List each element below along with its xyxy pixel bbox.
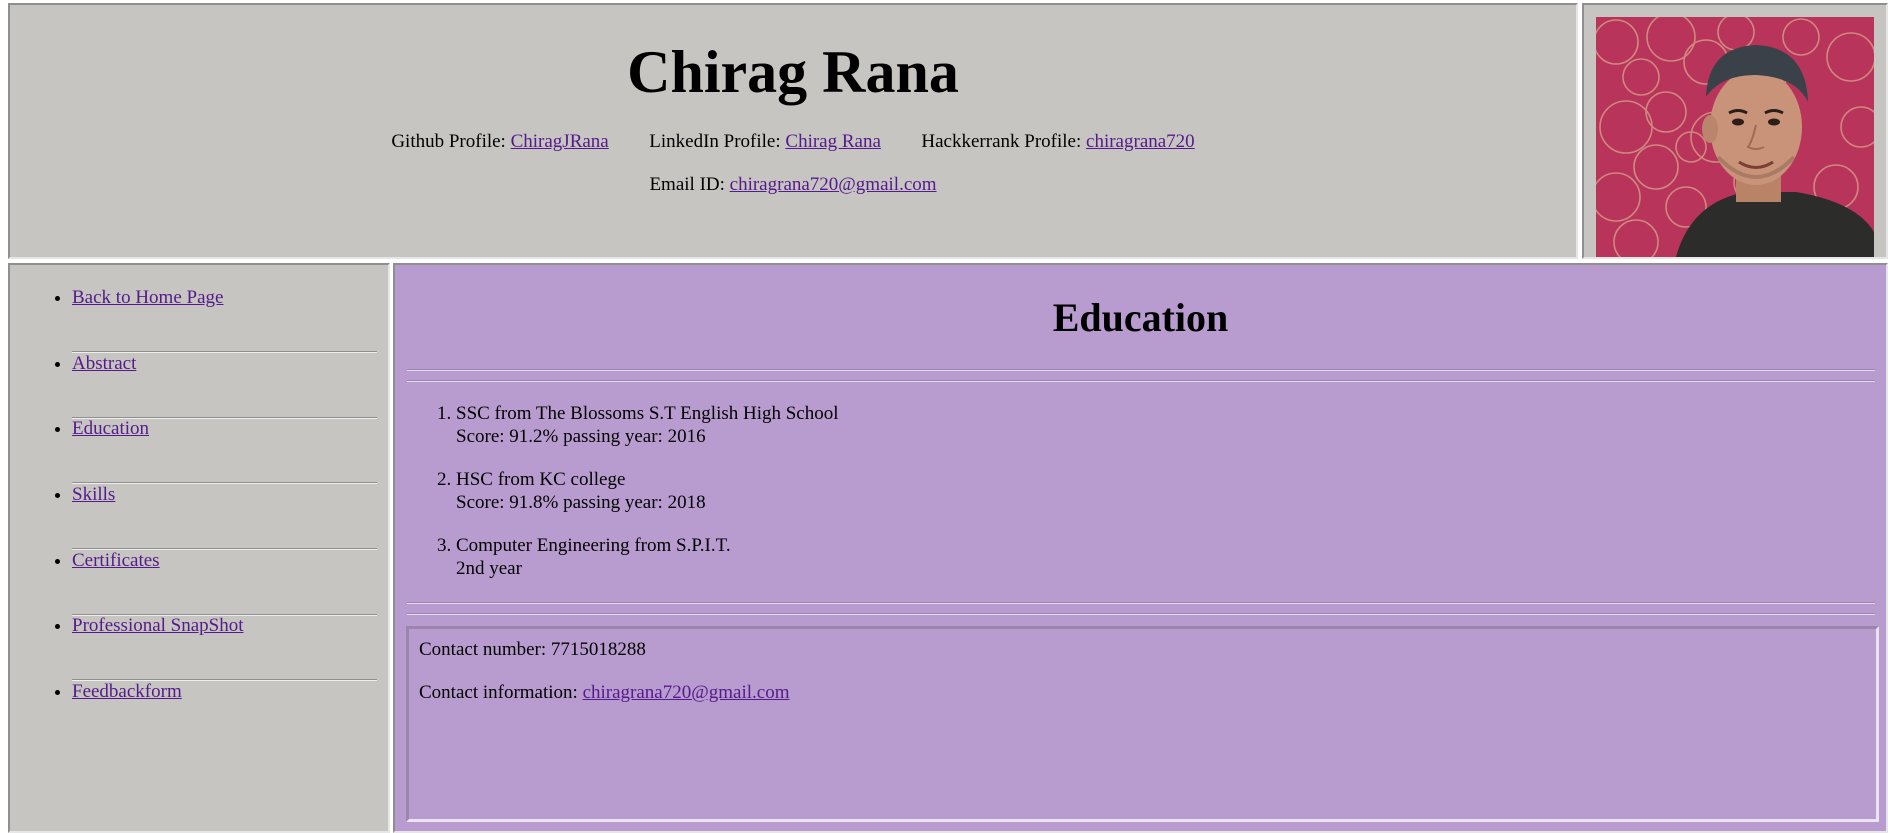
sidebar-item-feedbackform: Feedbackform <box>72 681 387 747</box>
sidebar-link-skills[interactable]: Skills <box>72 484 115 505</box>
education-detail: Score: 91.2% passing year: 2016 <box>456 426 706 447</box>
sidebar-link-abstract[interactable]: Abstract <box>72 353 136 374</box>
photo-frame <box>1582 3 1888 259</box>
github-link[interactable]: ChiragJRana <box>511 131 609 152</box>
list-item: Computer Engineering from S.P.I.T. 2nd y… <box>456 534 839 580</box>
sidebar-item-education: Education <box>72 418 387 485</box>
contact-frame: Contact number: 7715018288 Contact infor… <box>406 626 1879 822</box>
sidebar-item-abstract: Abstract <box>72 353 387 419</box>
education-detail: 2nd year <box>456 558 522 579</box>
github-label: Github Profile: <box>391 131 506 152</box>
section-title: Education <box>1052 295 1229 340</box>
email-row: Email ID: chiragrana720@gmail.com <box>10 174 1576 196</box>
divider <box>407 369 1875 382</box>
sidebar-item-skills: Skills <box>72 484 387 551</box>
linkedin-link[interactable]: Chirag Rana <box>785 131 881 152</box>
contact-info-label: Contact information: <box>419 682 578 703</box>
sidebar: Back to Home Page Abstract Education Ski… <box>8 263 390 833</box>
education-title: SSC from The Blossoms S.T English High S… <box>456 403 839 424</box>
email-label: Email ID: <box>649 174 725 195</box>
divider <box>407 602 1875 615</box>
sidebar-link-home[interactable]: Back to Home Page <box>72 287 223 308</box>
profile-photo <box>1596 17 1874 257</box>
main-content: Education SSC from The Blossoms S.T Engl… <box>393 263 1888 833</box>
education-title: Computer Engineering from S.P.I.T. <box>456 535 731 556</box>
page-title: Chirag Rana <box>627 39 959 105</box>
education-list: SSC from The Blossoms S.T English High S… <box>395 402 839 600</box>
linkedin-label: LinkedIn Profile: <box>649 131 781 152</box>
sidebar-link-feedbackform[interactable]: Feedbackform <box>72 681 182 702</box>
contact-email-link[interactable]: chiragrana720@gmail.com <box>583 682 790 703</box>
hackerrank-link[interactable]: chiragrana720 <box>1086 131 1195 152</box>
sidebar-item-certificates: Certificates <box>72 550 387 616</box>
education-detail: Score: 91.8% passing year: 2018 <box>456 492 706 513</box>
sidebar-link-professional-snapshot[interactable]: Professional SnapShot <box>72 615 244 636</box>
sidebar-link-education[interactable]: Education <box>72 418 149 439</box>
sidebar-nav: Back to Home Page Abstract Education Ski… <box>10 287 387 747</box>
education-title: HSC from KC college <box>456 469 626 490</box>
sidebar-item-professional-snapshot: Professional SnapShot <box>72 615 387 682</box>
sidebar-link-certificates[interactable]: Certificates <box>72 550 160 571</box>
hackerrank-label: Hackkerrank Profile: <box>921 131 1082 152</box>
email-link[interactable]: chiragrana720@gmail.com <box>730 174 937 195</box>
list-item: SSC from The Blossoms S.T English High S… <box>456 402 839 448</box>
contact-number: Contact number: 7715018288 <box>419 639 646 660</box>
list-item: HSC from KC college Score: 91.8% passing… <box>456 468 839 514</box>
header-frame: Chirag Rana Github Profile: ChiragJRana … <box>8 3 1578 259</box>
profile-links-row: Github Profile: ChiragJRana LinkedIn Pro… <box>10 131 1576 153</box>
sidebar-item-home: Back to Home Page <box>72 287 387 353</box>
contact-info: Contact information: chiragrana720@gmail… <box>419 682 789 704</box>
